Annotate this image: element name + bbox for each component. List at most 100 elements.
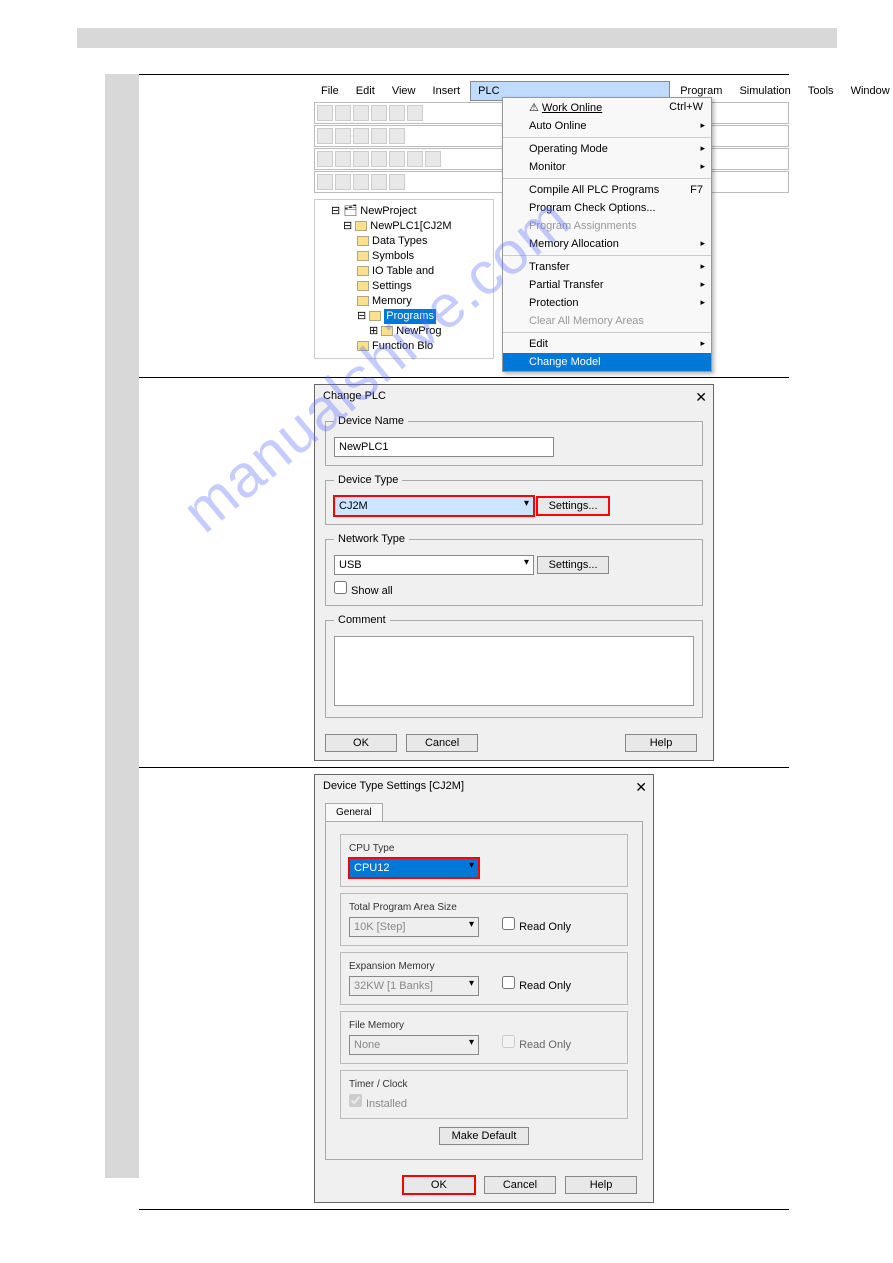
toolbar-icon[interactable]: [317, 105, 333, 121]
network-settings-button[interactable]: Settings...: [537, 556, 609, 574]
toolbar-icon[interactable]: [335, 105, 351, 121]
comment-textarea[interactable]: [334, 636, 694, 706]
menu-view[interactable]: View: [385, 82, 423, 100]
menu-monitor[interactable]: Monitor: [503, 158, 711, 176]
tree-settings[interactable]: Settings: [319, 279, 489, 294]
toolbar-icon[interactable]: [335, 128, 351, 144]
menu-partial-transfer[interactable]: Partial Transfer: [503, 276, 711, 294]
cpu-type-select[interactable]: [349, 858, 479, 878]
toolbar-icon[interactable]: [425, 151, 441, 167]
menu-operating-mode[interactable]: Operating Mode: [503, 140, 711, 158]
show-all-checkbox[interactable]: [334, 581, 347, 594]
tree-plc[interactable]: ⊟ NewPLC1[CJ2M: [319, 219, 489, 234]
plc-dropdown-menu: ⚠ Work OnlineCtrl+W Auto Online Operatin…: [502, 97, 712, 372]
menu-simulation[interactable]: Simulation: [732, 82, 797, 100]
toolbar-icon[interactable]: [389, 105, 405, 121]
toolbar-icon[interactable]: [353, 105, 369, 121]
toolbar-icon[interactable]: [353, 128, 369, 144]
menu-edit[interactable]: Edit: [349, 82, 382, 100]
plc-icon: [355, 221, 367, 231]
cancel-button[interactable]: Cancel: [406, 734, 478, 752]
menu-work-online[interactable]: ⚠ Work OnlineCtrl+W: [503, 98, 711, 117]
toolbar-icon[interactable]: [371, 105, 387, 121]
toolbar-icon[interactable]: [335, 174, 351, 190]
tree-io-table[interactable]: IO Table and: [319, 264, 489, 279]
toolbar-icon[interactable]: [371, 128, 387, 144]
toolbar-icon[interactable]: [353, 174, 369, 190]
network-type-select[interactable]: [334, 555, 534, 575]
tree-newprog[interactable]: ⊞ NewProg: [319, 324, 489, 339]
toolbar-icon[interactable]: [317, 128, 333, 144]
menu-clear-memory: Clear All Memory Areas: [503, 312, 711, 330]
close-icon[interactable]: ✕: [635, 779, 647, 796]
tab-general[interactable]: General: [325, 803, 383, 821]
dialog-title: Device Type Settings [CJ2M]: [315, 775, 653, 797]
network-type-group: Network Type Settings... Show all: [325, 533, 703, 606]
toolbar-icon[interactable]: [317, 151, 333, 167]
menu-window[interactable]: Window: [844, 82, 893, 100]
toolbar-icon[interactable]: [389, 151, 405, 167]
network-type-label: Network Type: [334, 533, 409, 545]
program-area-group: Total Program Area Size Read Only: [340, 893, 628, 946]
device-type-select[interactable]: [334, 496, 534, 516]
tree-root[interactable]: ⊟ 🗂 NewProject: [319, 204, 489, 219]
expansion-memory-group: Expansion Memory Read Only: [340, 952, 628, 1005]
menu-edit[interactable]: Edit: [503, 335, 711, 353]
device-settings-button[interactable]: Settings...: [537, 497, 609, 515]
tree-memory[interactable]: Memory: [319, 294, 489, 309]
tree-data-types[interactable]: Data Types: [319, 234, 489, 249]
memory-icon: [357, 296, 369, 306]
menu-tools[interactable]: Tools: [801, 82, 841, 100]
toolbar-icon[interactable]: [407, 105, 423, 121]
area-readonly-checkbox[interactable]: [502, 917, 515, 930]
tree-programs[interactable]: ⊟ Programs: [319, 309, 489, 324]
menu-insert[interactable]: Insert: [426, 82, 468, 100]
toolbar-icon[interactable]: [371, 174, 387, 190]
iotable-icon: [357, 266, 369, 276]
cancel-button[interactable]: Cancel: [484, 1176, 556, 1194]
device-name-group: Device Name: [325, 415, 703, 466]
symbols-icon: [357, 251, 369, 261]
menu-change-model[interactable]: Change Model: [503, 353, 711, 371]
toolbar-icon[interactable]: [389, 174, 405, 190]
toolbar-icon[interactable]: [407, 151, 423, 167]
timer-clock-group: Timer / Clock Installed: [340, 1070, 628, 1119]
project-tree: ⊟ 🗂 NewProject ⊟ NewPLC1[CJ2M Data Types…: [314, 199, 494, 359]
menu-memory-allocation[interactable]: Memory Allocation: [503, 235, 711, 253]
tree-symbols[interactable]: Symbols: [319, 249, 489, 264]
toolbar-icon[interactable]: [389, 128, 405, 144]
tree-function-blocks[interactable]: Function Blo: [319, 339, 489, 354]
cpu-type-label: CPU Type: [349, 843, 619, 854]
make-default-button[interactable]: Make Default: [439, 1127, 529, 1145]
file-memory-label: File Memory: [349, 1020, 619, 1031]
device-type-settings-dialog: Device Type Settings [CJ2M] ✕ General CP…: [314, 774, 654, 1203]
help-button[interactable]: Help: [625, 734, 697, 752]
menu-file[interactable]: File: [314, 82, 346, 100]
tab-strip: General: [325, 803, 653, 821]
toolbar-icon[interactable]: [335, 151, 351, 167]
help-button[interactable]: Help: [565, 1176, 637, 1194]
menu-auto-online[interactable]: Auto Online: [503, 117, 711, 135]
expansion-memory-select: [349, 976, 479, 996]
menu-transfer[interactable]: Transfer: [503, 258, 711, 276]
ok-button[interactable]: OK: [403, 1176, 475, 1194]
installed-checkbox: [349, 1094, 362, 1107]
toolbar-icon[interactable]: [371, 151, 387, 167]
close-icon[interactable]: ✕: [695, 389, 707, 406]
device-name-input[interactable]: [334, 437, 554, 457]
settings-icon: [357, 281, 369, 291]
cpu-type-group: CPU Type: [340, 834, 628, 887]
exp-readonly-checkbox[interactable]: [502, 976, 515, 989]
toolbar-icon[interactable]: [317, 174, 333, 190]
menu-compile[interactable]: Compile All PLC ProgramsF7: [503, 181, 711, 199]
programs-icon: [369, 311, 381, 321]
device-type-label: Device Type: [334, 474, 402, 486]
toolbar-icon[interactable]: [353, 151, 369, 167]
timer-clock-label: Timer / Clock: [349, 1079, 619, 1090]
menu-program-check[interactable]: Program Check Options...: [503, 199, 711, 217]
file-memory-group: File Memory Read Only: [340, 1011, 628, 1064]
installed-label: Installed: [366, 1098, 407, 1110]
menu-protection[interactable]: Protection: [503, 294, 711, 312]
comment-label: Comment: [334, 614, 390, 626]
ok-button[interactable]: OK: [325, 734, 397, 752]
